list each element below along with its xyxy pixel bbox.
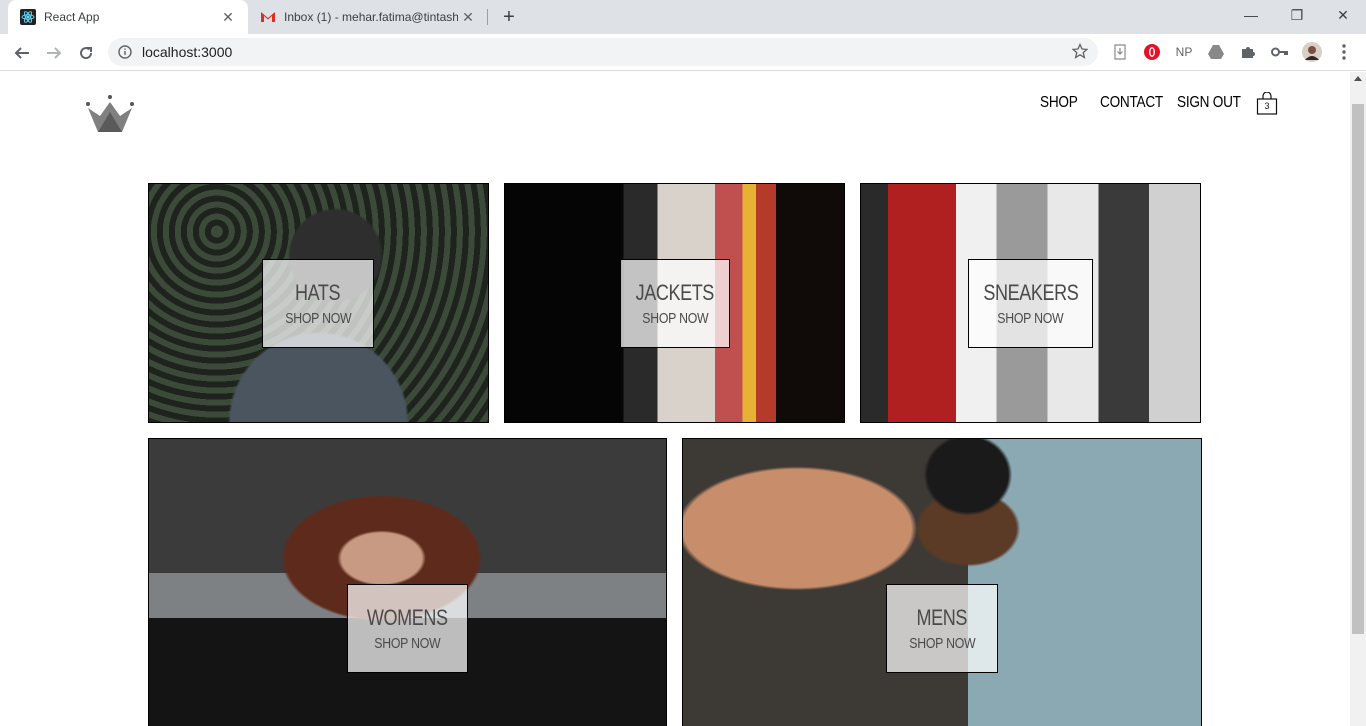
browser-toolbar: localhost:3000 NP — [0, 34, 1366, 71]
extension-download-icon[interactable] — [1110, 42, 1130, 62]
extension-np[interactable]: NP — [1174, 42, 1194, 62]
reload-button[interactable] — [72, 39, 100, 67]
menu-item-title: MENS — [916, 605, 968, 630]
arrow-left-icon — [14, 47, 29, 59]
puzzle-icon[interactable] — [1238, 42, 1258, 62]
scroll-up-arrow-icon[interactable] — [1354, 76, 1362, 81]
close-icon[interactable]: ✕ — [458, 7, 478, 27]
menu-item-title: WOMENS — [367, 605, 448, 630]
vertical-scrollbar[interactable] — [1350, 72, 1366, 726]
menu-dots-icon[interactable] — [1334, 42, 1354, 62]
page-viewport: SHOP CONTACT SIGN OUT 3 HATS SHOP NOW JA… — [0, 72, 1350, 726]
tab-strip: React App ✕ Inbox (1) - mehar.fatima@tin… — [0, 0, 1366, 34]
minimize-button[interactable]: — — [1228, 0, 1274, 30]
menu-item-content[interactable]: WOMENS SHOP NOW — [347, 584, 468, 673]
menu-item-subtitle: SHOP NOW — [641, 310, 709, 327]
cart-count: 3 — [1264, 101, 1270, 111]
directory-item-hats[interactable]: HATS SHOP NOW — [148, 183, 489, 423]
star-icon[interactable] — [1071, 42, 1089, 62]
opera-icon[interactable] — [1142, 42, 1162, 62]
restore-button[interactable]: ❐ — [1274, 0, 1320, 30]
drive-icon[interactable] — [1206, 42, 1226, 62]
menu-item-subtitle: SHOP NOW — [908, 635, 976, 652]
close-window-button[interactable]: ✕ — [1320, 0, 1366, 30]
tab-divider — [487, 9, 488, 25]
tab-react-app[interactable]: React App ✕ — [8, 0, 248, 34]
menu-item-subtitle: SHOP NOW — [997, 310, 1064, 327]
reload-icon — [80, 47, 93, 60]
menu-item-title: JACKETS — [635, 280, 715, 305]
nav-contact[interactable]: CONTACT — [1100, 94, 1163, 112]
info-icon — [118, 45, 132, 59]
new-tab-button[interactable]: + — [498, 6, 520, 28]
menu-item-title: SNEAKERS — [983, 280, 1078, 305]
menu-item-content[interactable]: JACKETS SHOP NOW — [620, 259, 730, 348]
forward-button[interactable] — [40, 39, 68, 67]
gmail-icon — [260, 9, 276, 25]
back-button[interactable] — [8, 39, 36, 67]
mens-image — [683, 439, 1201, 726]
menu-item-subtitle: SHOP NOW — [284, 310, 352, 327]
menu-item-content[interactable]: SNEAKERS SHOP NOW — [968, 259, 1093, 348]
react-icon — [20, 9, 36, 25]
tab-gmail[interactable]: Inbox (1) - mehar.fatima@tintash ✕ — [248, 0, 488, 34]
key-icon[interactable] — [1270, 42, 1290, 62]
tab-title: React App — [44, 10, 100, 24]
menu-item-content[interactable]: HATS SHOP NOW — [262, 259, 374, 348]
avatar[interactable] — [1302, 42, 1322, 62]
scroll-thumb[interactable] — [1352, 104, 1364, 634]
nav-shop[interactable]: SHOP — [1040, 94, 1078, 112]
url-text: localhost:3000 — [142, 44, 233, 60]
tab-title: Inbox (1) - mehar.fatima@tintash — [284, 10, 458, 24]
womens-image — [149, 439, 666, 726]
menu-item-title: HATS — [295, 280, 341, 305]
directory-item-womens[interactable]: WOMENS SHOP NOW — [148, 438, 667, 726]
directory-item-sneakers[interactable]: SNEAKERS SHOP NOW — [860, 183, 1201, 423]
directory-item-jackets[interactable]: JACKETS SHOP NOW — [504, 183, 845, 423]
crown-icon[interactable] — [84, 94, 136, 134]
nav-sign-out[interactable]: SIGN OUT — [1177, 94, 1241, 112]
cart-icon[interactable]: 3 — [1256, 91, 1278, 116]
directory-item-mens[interactable]: MENS SHOP NOW — [682, 438, 1202, 726]
menu-item-subtitle: SHOP NOW — [374, 635, 441, 652]
menu-item-content[interactable]: MENS SHOP NOW — [886, 584, 998, 673]
arrow-right-icon — [47, 47, 62, 59]
close-icon[interactable]: ✕ — [218, 7, 238, 27]
address-bar[interactable]: localhost:3000 — [108, 38, 1098, 66]
